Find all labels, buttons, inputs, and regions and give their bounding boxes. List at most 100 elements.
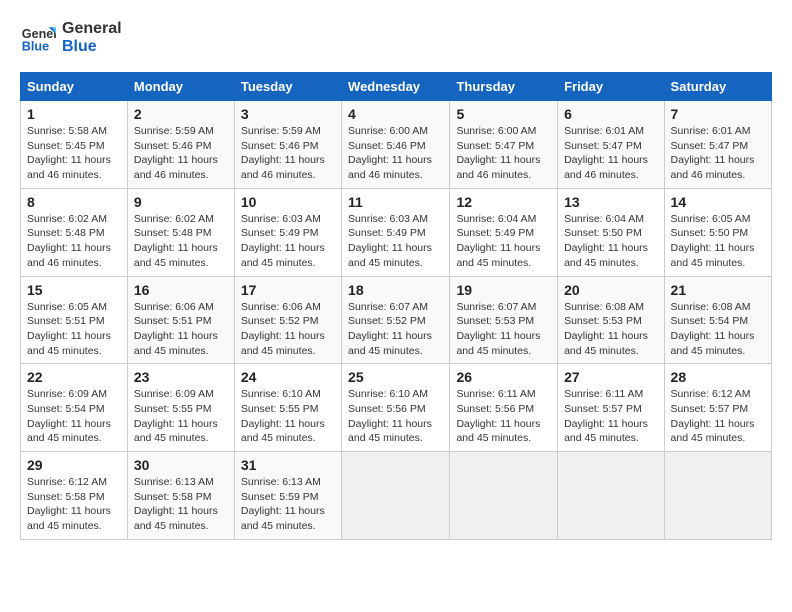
day-info: Sunrise: 6:07 AM Sunset: 5:52 PM Dayligh… [348,300,443,359]
sunrise-label: Sunrise: 6:08 AM [671,301,751,313]
day-info: Sunrise: 6:06 AM Sunset: 5:52 PM Dayligh… [241,300,335,359]
day-number: 5 [456,106,551,122]
sunset-label: Sunset: 5:47 PM [456,140,534,152]
daylight-label: Daylight: 11 hours and 45 minutes. [671,242,755,269]
sunset-label: Sunset: 5:46 PM [134,140,212,152]
calendar-cell: 15 Sunrise: 6:05 AM Sunset: 5:51 PM Dayl… [21,276,128,364]
day-number: 7 [671,106,765,122]
calendar-cell: 16 Sunrise: 6:06 AM Sunset: 5:51 PM Dayl… [127,276,234,364]
calendar-cell: 1 Sunrise: 5:58 AM Sunset: 5:45 PM Dayli… [21,101,128,189]
daylight-label: Daylight: 11 hours and 45 minutes. [134,242,218,269]
sunset-label: Sunset: 5:46 PM [348,140,426,152]
calendar-cell: 27 Sunrise: 6:11 AM Sunset: 5:57 PM Dayl… [558,364,664,452]
daylight-label: Daylight: 11 hours and 45 minutes. [671,330,755,357]
sunrise-label: Sunrise: 6:04 AM [456,213,536,225]
calendar-cell: 20 Sunrise: 6:08 AM Sunset: 5:53 PM Dayl… [558,276,664,364]
calendar-cell: 21 Sunrise: 6:08 AM Sunset: 5:54 PM Dayl… [664,276,771,364]
sunrise-label: Sunrise: 5:59 AM [134,125,214,137]
day-info: Sunrise: 6:00 AM Sunset: 5:46 PM Dayligh… [348,124,443,183]
daylight-label: Daylight: 11 hours and 45 minutes. [241,242,325,269]
logo-name-blue: Blue [62,38,122,56]
day-number: 16 [134,282,228,298]
calendar-cell: 4 Sunrise: 6:00 AM Sunset: 5:46 PM Dayli… [342,101,450,189]
day-info: Sunrise: 6:04 AM Sunset: 5:49 PM Dayligh… [456,212,551,271]
daylight-label: Daylight: 11 hours and 45 minutes. [456,418,540,445]
calendar-cell: 10 Sunrise: 6:03 AM Sunset: 5:49 PM Dayl… [234,188,341,276]
svg-text:Blue: Blue [22,40,49,54]
calendar-cell: 30 Sunrise: 6:13 AM Sunset: 5:58 PM Dayl… [127,452,234,540]
sunrise-label: Sunrise: 6:07 AM [348,301,428,313]
calendar-cell: 26 Sunrise: 6:11 AM Sunset: 5:56 PM Dayl… [450,364,558,452]
day-number: 4 [348,106,443,122]
calendar-week-row: 22 Sunrise: 6:09 AM Sunset: 5:54 PM Dayl… [21,364,772,452]
daylight-label: Daylight: 11 hours and 45 minutes. [456,330,540,357]
day-number: 12 [456,194,551,210]
page-header: General Blue General Blue [20,20,772,56]
day-number: 27 [564,369,657,385]
calendar-cell [450,452,558,540]
sunset-label: Sunset: 5:55 PM [134,403,212,415]
day-info: Sunrise: 5:59 AM Sunset: 5:46 PM Dayligh… [134,124,228,183]
calendar-week-row: 8 Sunrise: 6:02 AM Sunset: 5:48 PM Dayli… [21,188,772,276]
sunrise-label: Sunrise: 5:58 AM [27,125,107,137]
sunset-label: Sunset: 5:49 PM [241,227,319,239]
daylight-label: Daylight: 11 hours and 46 minutes. [564,154,648,181]
sunset-label: Sunset: 5:54 PM [671,315,749,327]
calendar-week-row: 15 Sunrise: 6:05 AM Sunset: 5:51 PM Dayl… [21,276,772,364]
sunrise-label: Sunrise: 6:13 AM [134,476,214,488]
calendar-cell: 22 Sunrise: 6:09 AM Sunset: 5:54 PM Dayl… [21,364,128,452]
sunrise-label: Sunrise: 6:06 AM [134,301,214,313]
sunset-label: Sunset: 5:56 PM [348,403,426,415]
sunset-label: Sunset: 5:57 PM [671,403,749,415]
sunset-label: Sunset: 5:56 PM [456,403,534,415]
sunset-label: Sunset: 5:47 PM [671,140,749,152]
daylight-label: Daylight: 11 hours and 45 minutes. [27,330,111,357]
sunrise-label: Sunrise: 6:07 AM [456,301,536,313]
sunrise-label: Sunrise: 6:09 AM [27,388,107,400]
calendar-cell: 13 Sunrise: 6:04 AM Sunset: 5:50 PM Dayl… [558,188,664,276]
day-number: 18 [348,282,443,298]
sunrise-label: Sunrise: 6:00 AM [348,125,428,137]
day-number: 20 [564,282,657,298]
sunrise-label: Sunrise: 6:01 AM [564,125,644,137]
sunrise-label: Sunrise: 5:59 AM [241,125,321,137]
day-info: Sunrise: 6:09 AM Sunset: 5:54 PM Dayligh… [27,387,121,446]
daylight-label: Daylight: 11 hours and 45 minutes. [564,330,648,357]
calendar-cell: 2 Sunrise: 5:59 AM Sunset: 5:46 PM Dayli… [127,101,234,189]
calendar-cell: 25 Sunrise: 6:10 AM Sunset: 5:56 PM Dayl… [342,364,450,452]
sunrise-label: Sunrise: 6:08 AM [564,301,644,313]
daylight-label: Daylight: 11 hours and 45 minutes. [134,418,218,445]
day-info: Sunrise: 6:05 AM Sunset: 5:51 PM Dayligh… [27,300,121,359]
day-info: Sunrise: 6:12 AM Sunset: 5:58 PM Dayligh… [27,475,121,534]
calendar-cell: 6 Sunrise: 6:01 AM Sunset: 5:47 PM Dayli… [558,101,664,189]
calendar-cell: 24 Sunrise: 6:10 AM Sunset: 5:55 PM Dayl… [234,364,341,452]
day-number: 31 [241,457,335,473]
calendar-week-row: 29 Sunrise: 6:12 AM Sunset: 5:58 PM Dayl… [21,452,772,540]
day-number: 17 [241,282,335,298]
header-sunday: Sunday [21,73,128,101]
daylight-label: Daylight: 11 hours and 46 minutes. [241,154,325,181]
sunset-label: Sunset: 5:52 PM [348,315,426,327]
daylight-label: Daylight: 11 hours and 45 minutes. [348,242,432,269]
calendar-week-row: 1 Sunrise: 5:58 AM Sunset: 5:45 PM Dayli… [21,101,772,189]
header-wednesday: Wednesday [342,73,450,101]
sunrise-label: Sunrise: 6:12 AM [27,476,107,488]
header-saturday: Saturday [664,73,771,101]
sunset-label: Sunset: 5:52 PM [241,315,319,327]
day-number: 25 [348,369,443,385]
sunrise-label: Sunrise: 6:01 AM [671,125,751,137]
day-number: 2 [134,106,228,122]
day-number: 9 [134,194,228,210]
day-info: Sunrise: 6:10 AM Sunset: 5:56 PM Dayligh… [348,387,443,446]
sunset-label: Sunset: 5:49 PM [456,227,534,239]
day-number: 1 [27,106,121,122]
daylight-label: Daylight: 11 hours and 46 minutes. [27,154,111,181]
day-info: Sunrise: 6:09 AM Sunset: 5:55 PM Dayligh… [134,387,228,446]
sunrise-label: Sunrise: 6:06 AM [241,301,321,313]
sunset-label: Sunset: 5:50 PM [564,227,642,239]
daylight-label: Daylight: 11 hours and 45 minutes. [241,418,325,445]
sunset-label: Sunset: 5:57 PM [564,403,642,415]
daylight-label: Daylight: 11 hours and 45 minutes. [134,330,218,357]
daylight-label: Daylight: 11 hours and 45 minutes. [241,330,325,357]
day-info: Sunrise: 5:58 AM Sunset: 5:45 PM Dayligh… [27,124,121,183]
